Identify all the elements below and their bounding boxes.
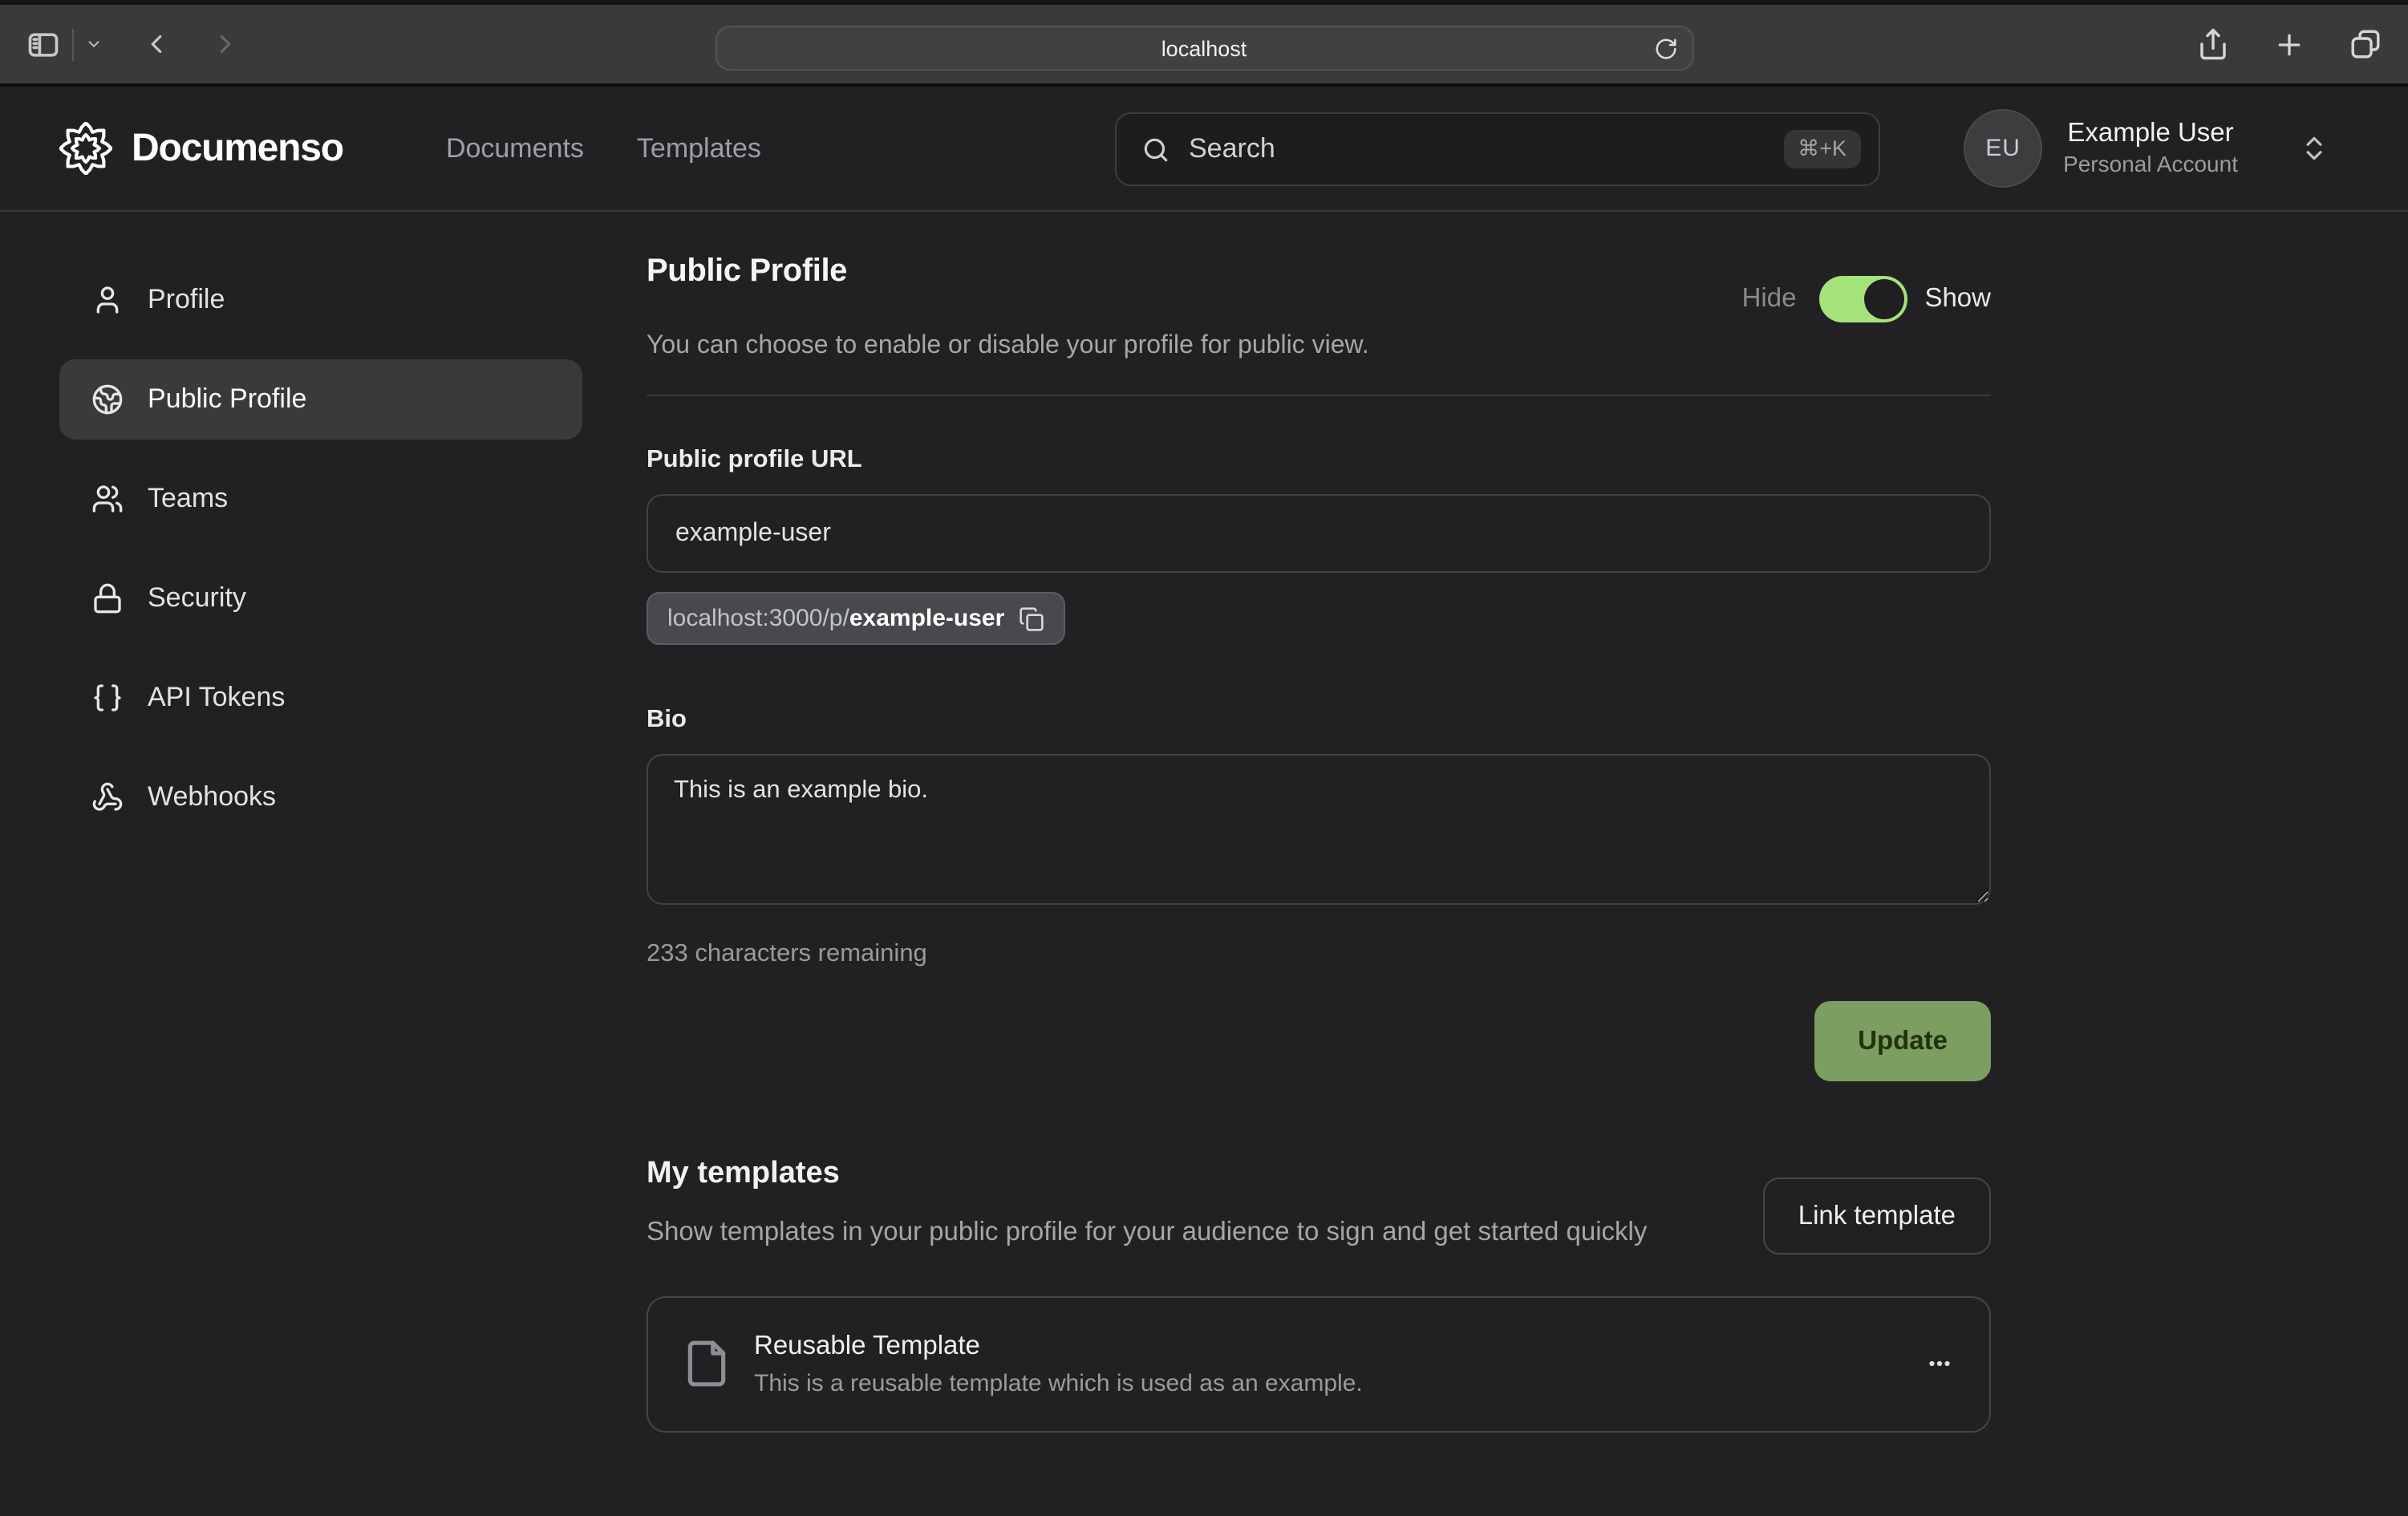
template-list-item[interactable]: Reusable Template This is a reusable tem… xyxy=(647,1295,1991,1432)
documenso-logo-icon xyxy=(59,122,112,175)
brand-name: Documenso xyxy=(132,126,343,171)
reload-icon[interactable] xyxy=(1653,37,1677,61)
characters-remaining: 233 characters remaining xyxy=(647,940,1991,969)
profile-url-preview: localhost:3000/p/ example-user xyxy=(647,592,1065,645)
profile-visibility-toggle[interactable] xyxy=(1818,276,1907,322)
settings-sidebar: Profile Public Profile xyxy=(59,260,582,857)
public-profile-url-input[interactable] xyxy=(647,494,1991,573)
search-input[interactable] xyxy=(1189,133,1783,165)
users-icon xyxy=(91,483,124,515)
search-icon xyxy=(1141,134,1171,164)
sidebar-item-label: Profile xyxy=(148,284,225,316)
chevrons-up-down-icon xyxy=(2299,133,2329,164)
sidebar-item-label: Webhooks xyxy=(148,781,276,813)
main-nav: Documents Templates xyxy=(446,132,761,164)
browser-back-button[interactable] xyxy=(141,29,172,59)
search-shortcut-badge: ⌘+K xyxy=(1783,130,1861,168)
sidebar-item-teams[interactable]: Teams xyxy=(59,459,582,539)
nav-templates[interactable]: Templates xyxy=(637,132,761,164)
address-bar[interactable]: localhost xyxy=(715,26,1693,71)
file-icon xyxy=(682,1335,732,1392)
account-name: Example User xyxy=(2063,118,2238,151)
address-bar-url: localhost xyxy=(1161,36,1247,60)
user-icon xyxy=(91,284,124,316)
browser-sidebar-button[interactable] xyxy=(26,26,103,62)
chevron-down-icon xyxy=(85,35,103,53)
sidebar-item-api-tokens[interactable]: API Tokens xyxy=(59,658,582,738)
bio-textarea[interactable]: This is an example bio. xyxy=(647,754,1991,905)
settings-page: Profile Public Profile xyxy=(0,212,2408,1513)
webhook-icon xyxy=(91,781,124,813)
account-type: Personal Account xyxy=(2063,151,2238,179)
application-window: localhost xyxy=(0,0,2408,1516)
search-bar[interactable]: ⌘+K xyxy=(1115,112,1880,186)
toolbar-divider xyxy=(72,28,74,60)
copy-icon[interactable] xyxy=(1019,606,1044,631)
page-description: You can choose to enable or disable your… xyxy=(647,332,1991,361)
template-description: This is a reusable template which is use… xyxy=(754,1369,1363,1396)
my-templates-description: Show templates in your public profile fo… xyxy=(647,1213,1705,1252)
url-slug: example-user xyxy=(849,605,1004,632)
template-title: Reusable Template xyxy=(754,1331,1363,1361)
browser-toolbar: localhost xyxy=(0,0,2408,87)
sidebar-item-label: Public Profile xyxy=(148,383,306,415)
link-template-button[interactable]: Link template xyxy=(1763,1178,1991,1255)
bio-field-label: Bio xyxy=(647,706,1991,735)
nav-documents[interactable]: Documents xyxy=(446,132,584,164)
toggle-show-label: Show xyxy=(1924,284,1991,314)
public-profile-panel: Public Profile You can choose to enable … xyxy=(647,212,1991,1432)
lock-icon xyxy=(91,582,124,614)
toggle-knob xyxy=(1863,279,1903,319)
avatar: EU xyxy=(1964,109,2042,188)
sidebar-item-label: Teams xyxy=(148,483,228,515)
braces-icon xyxy=(91,682,124,714)
account-menu[interactable]: EU Example User Personal Account xyxy=(1964,109,2329,188)
app-header: Documenso Documents Templates ⌘+K EU Exa… xyxy=(0,87,2408,212)
sidebar-item-label: API Tokens xyxy=(148,682,285,714)
sidebar-item-security[interactable]: Security xyxy=(59,558,582,638)
sidebar-item-webhooks[interactable]: Webhooks xyxy=(59,757,582,837)
tab-overview-button[interactable] xyxy=(2349,27,2382,61)
url-field-label: Public profile URL xyxy=(647,446,1991,475)
documenso-logo[interactable]: Documenso xyxy=(59,122,343,175)
sidebar-toggle-icon xyxy=(26,26,61,62)
sidebar-item-public-profile[interactable]: Public Profile xyxy=(59,359,582,440)
section-divider xyxy=(647,395,1991,396)
share-button[interactable] xyxy=(2196,27,2230,61)
browser-forward-button[interactable] xyxy=(210,29,241,59)
toggle-hide-label: Hide xyxy=(1742,284,1797,314)
sidebar-item-label: Security xyxy=(148,582,246,614)
ellipsis-menu-icon[interactable] xyxy=(1922,1346,1957,1381)
sidebar-item-profile[interactable]: Profile xyxy=(59,260,582,340)
new-tab-button[interactable] xyxy=(2273,28,2305,60)
update-button[interactable]: Update xyxy=(1814,1001,1991,1081)
url-prefix: localhost:3000/p/ xyxy=(667,605,849,632)
globe-icon xyxy=(91,383,124,415)
